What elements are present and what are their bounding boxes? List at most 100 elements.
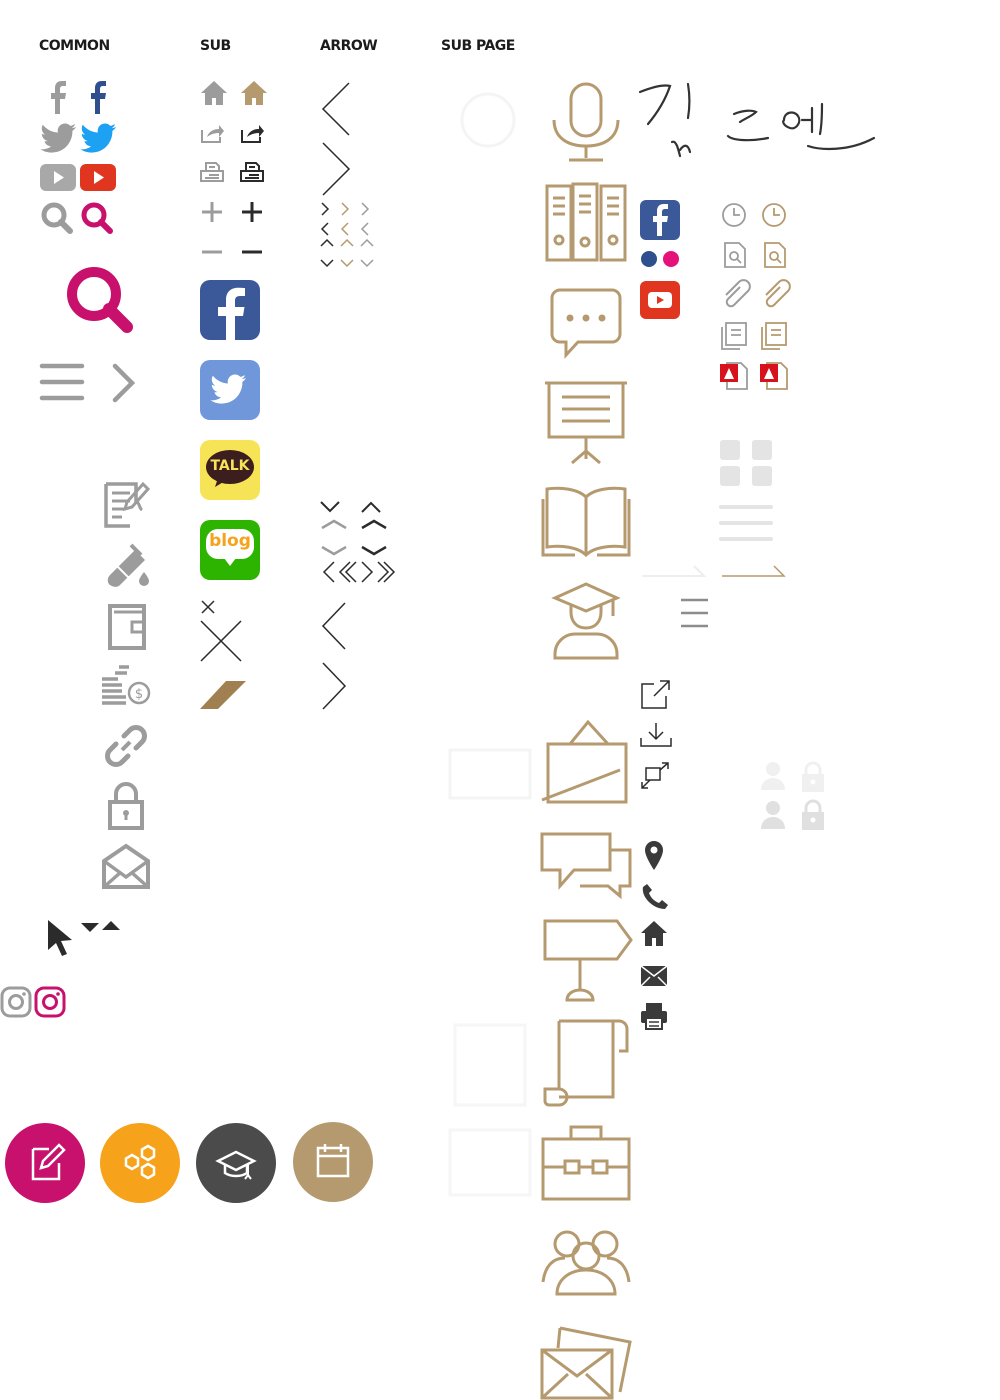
ghost-icon [460,92,516,148]
facebook-small-badge[interactable] [640,200,680,240]
flickr-icon[interactable] [640,250,682,268]
twitter-icon[interactable] [40,123,77,153]
twitter-icon[interactable] [80,123,117,153]
book-icon [108,604,146,650]
lock-icon [108,782,144,830]
diamond-arrows-icon[interactable] [320,519,390,556]
calendar-circle-button[interactable] [293,1122,373,1202]
double-chevrons-icon[interactable] [322,560,402,584]
envelopes-icon [540,1326,632,1400]
documents-icon [761,322,787,350]
youtube-small-badge[interactable] [640,281,680,319]
documents-icon [721,322,747,350]
close-small-icon[interactable] [201,600,215,614]
header-common: COMMON [39,38,110,54]
chevron-updown-icon[interactable] [320,500,382,514]
instagram-icon[interactable] [0,986,32,1018]
arrow-line-light-icon [642,565,707,577]
hexagon-circle-button[interactable] [100,1123,180,1203]
share-icon[interactable] [200,122,224,144]
graduate-icon [551,582,621,660]
youtube-icon[interactable] [40,164,76,191]
graduation-circle-button[interactable] [196,1123,276,1203]
arrow-left-icon[interactable] [321,82,351,136]
close-icon[interactable] [200,620,242,662]
edit-circle-button[interactable] [5,1123,85,1203]
phone-icon [642,884,668,909]
printer-icon [641,1003,667,1030]
minus-icon[interactable] [241,250,263,254]
facebook-icon [653,204,668,236]
arrow-right-icon[interactable] [321,662,347,710]
menu-icon[interactable] [39,362,85,402]
instagram-icon[interactable] [34,986,66,1018]
open-book-icon [541,486,631,558]
home-icon[interactable] [200,80,228,106]
external-link-icon[interactable] [640,680,672,710]
location-pin-icon [645,841,663,870]
hamburger-icon[interactable] [680,598,710,630]
arrow-right-icon[interactable] [321,142,351,196]
binder-icon [545,182,627,262]
pdf-file-icon[interactable] [719,361,749,391]
list-view-icon[interactable] [719,504,774,544]
arrow-left-icon[interactable] [321,602,347,650]
clock-icon [762,203,786,227]
naver-blog-badge[interactable]: blog [200,520,260,580]
edit-circle-icon [31,1143,66,1181]
file-search-icon [764,242,786,268]
plus-icon[interactable] [201,201,223,223]
print-icon[interactable] [240,161,264,183]
mail-icon[interactable] [102,843,150,891]
kakaotalk-badge[interactable]: TALK [200,440,260,500]
search-large-icon[interactable] [67,267,133,333]
facebook-icon[interactable] [48,80,68,114]
header-sub: SUB [200,38,231,54]
envelope-icon [640,965,668,987]
facebook-icon [218,287,245,340]
home-icon [641,921,667,946]
search-icon[interactable] [81,202,115,234]
chevron-right-icon[interactable] [112,363,136,403]
home-icon[interactable] [240,80,268,106]
cursor-icon [48,920,72,956]
share-icon[interactable] [240,122,264,144]
signpost-icon [543,919,633,1002]
clock-icon [722,203,746,227]
grid-view-icon[interactable] [720,440,774,488]
presentation-icon [545,381,627,465]
twitter-icon [210,374,246,404]
slash-icon [200,681,246,709]
facebook-icon[interactable] [88,80,108,114]
money-icon: $ [102,665,151,705]
link-icon[interactable] [102,722,150,770]
hexagon-circle-icon [124,1144,156,1180]
kakaotalk-label: TALK [210,458,250,474]
plus-icon[interactable] [241,201,263,223]
chevron-set-icon [320,202,374,268]
briefcase-icon [541,1125,631,1201]
ghost-icon [448,748,532,800]
expand-icon[interactable] [640,762,670,790]
paperclip-icon [725,279,751,308]
header-arrow: ARROW [320,38,378,54]
header-subpage: SUB PAGE [441,38,515,54]
print-icon[interactable] [200,161,224,183]
caret-icon[interactable] [80,920,122,932]
chat-bubble-icon [550,288,622,359]
ghost-icon [448,1023,532,1197]
microphone-icon [552,82,620,162]
download-icon[interactable] [640,722,672,748]
easel-icon [541,719,628,804]
minus-icon[interactable] [201,250,223,254]
youtube-icon[interactable] [80,164,116,191]
file-search-icon [724,242,746,268]
facebook-badge[interactable] [200,280,260,340]
svg-text:$: $ [135,687,143,702]
pdf-file-icon[interactable] [759,361,789,391]
blog-label: blog [209,531,251,551]
test-tube-icon [107,543,149,587]
search-icon[interactable] [41,202,75,234]
twitter-badge[interactable] [200,360,260,420]
edit-note-icon [104,481,151,528]
